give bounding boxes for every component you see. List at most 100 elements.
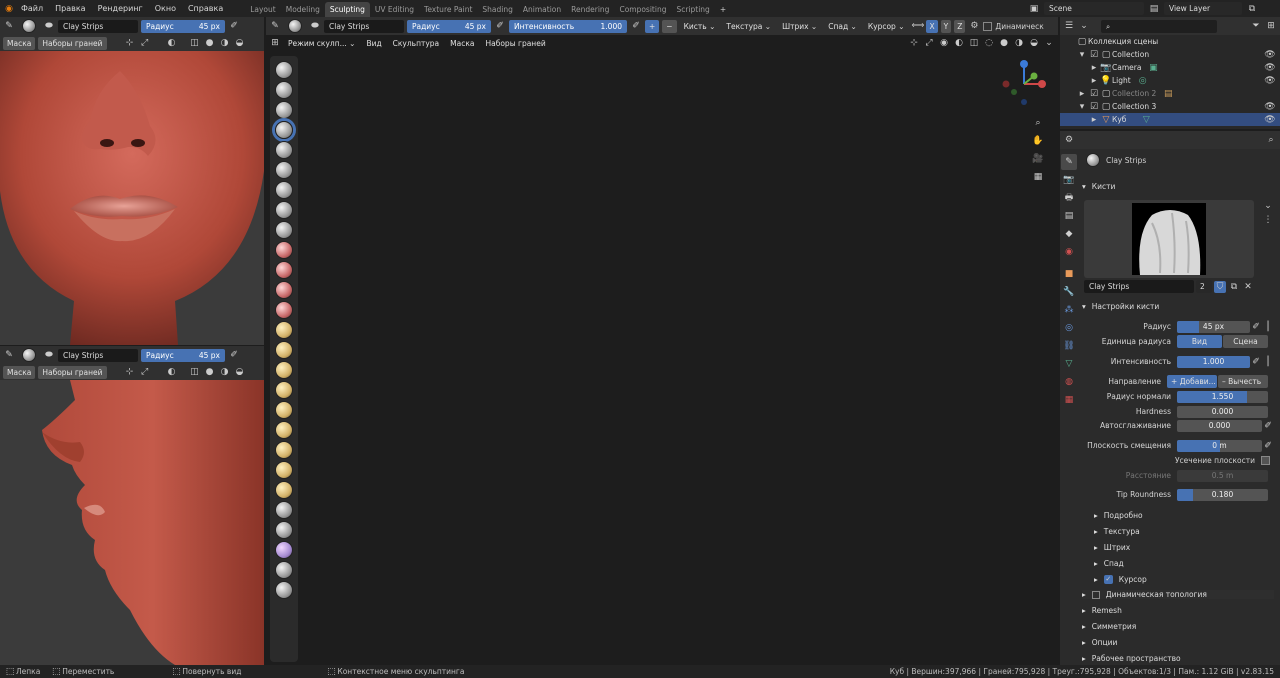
subpanel-falloff[interactable]: ▸ Спад [1094, 559, 1124, 568]
tab-animation[interactable]: Animation [518, 2, 566, 17]
pan-hand-icon[interactable]: ✋ [1032, 135, 1044, 147]
expand-arrow-icon[interactable]: ▸ [1088, 75, 1100, 87]
shading-solid-icon[interactable]: ● [204, 366, 216, 378]
properties-editor-icon[interactable]: ⚙ [1063, 134, 1075, 146]
clay-strips-brush-icon[interactable] [22, 19, 36, 33]
strength-slider[interactable]: 1.000 [1177, 355, 1250, 368]
outliner-row-cube[interactable]: ▸ ▽ Куб ▽ 👁 [1060, 113, 1280, 126]
axis-y-toggle[interactable]: Y [940, 19, 952, 33]
tip-roundness-slider[interactable]: 0.180 [1177, 488, 1268, 501]
brush-data-icon[interactable]: ⬬ [43, 20, 55, 32]
panel-symmetry[interactable]: ▸ Симметрия [1082, 622, 1136, 631]
eye-icon[interactable]: 👁 [1264, 101, 1276, 113]
brush-list-icon[interactable]: ⋮ [1262, 214, 1274, 226]
transform-icon[interactable]: ⊹ [124, 37, 136, 49]
left-bottom-viewport[interactable] [0, 380, 264, 665]
shading-material-icon[interactable]: ◑ [1013, 37, 1025, 49]
radius-unit-scene-option[interactable]: Сцена [1223, 335, 1268, 348]
tab-tool-icon[interactable]: ✎ [1061, 154, 1077, 170]
subtract-direction-button[interactable]: − [662, 19, 677, 33]
radius-curve-icon[interactable]: ⎮ [1262, 321, 1274, 333]
normal-radius-slider[interactable]: 1.550 [1177, 390, 1268, 403]
unlink-brush-icon[interactable]: ✕ [1242, 281, 1254, 293]
radius-pressure-icon[interactable]: ✐ [1250, 321, 1262, 333]
thumb-brush-icon[interactable] [275, 421, 293, 439]
scrape-brush-icon[interactable] [275, 301, 293, 319]
zoom-icon[interactable]: ⌕ [1032, 117, 1044, 129]
tab-particles-icon[interactable]: ⁂ [1061, 302, 1077, 318]
shading-rendered-icon[interactable]: ◒ [1028, 37, 1040, 49]
snap-icon[interactable]: ⤢ [923, 37, 935, 49]
eye-icon[interactable]: 👁 [1264, 75, 1276, 87]
pose-brush-icon[interactable] [275, 441, 293, 459]
shading-solid-icon[interactable]: ● [998, 37, 1010, 49]
expand-arrow-icon[interactable]: ▾ [1076, 49, 1088, 61]
camera-view-icon[interactable]: 🎥 [1032, 153, 1044, 165]
inflate-brush-icon[interactable] [275, 181, 293, 199]
add-workspace-icon[interactable]: + [715, 2, 731, 17]
crease-brush-icon[interactable] [275, 221, 293, 239]
pressure-icon[interactable]: ✐ [228, 349, 240, 361]
strength-pressure-icon[interactable]: ✐ [1250, 356, 1262, 368]
tab-scripting[interactable]: Scripting [671, 2, 714, 17]
tool-settings-icon[interactable]: ✎ [3, 349, 15, 361]
shading-material-icon[interactable]: ◑ [219, 366, 231, 378]
outliner-editor-icon[interactable]: ☰ [1063, 20, 1075, 32]
plane-offset-slider[interactable]: 0 m [1177, 439, 1262, 452]
strength-field[interactable]: Интенсивность 1.000 [509, 19, 627, 33]
draw-face-sets-icon[interactable] [275, 581, 293, 599]
brush-dropdown-icon[interactable]: ⌄ [1262, 200, 1274, 212]
pinch-brush-icon[interactable] [275, 341, 293, 359]
brush-preview[interactable] [1084, 200, 1254, 278]
brush-settings-panel-header[interactable]: ▾ Настройки кисти [1082, 302, 1159, 311]
panel-dyntopo[interactable]: ▸ Динамическая топология [1082, 590, 1274, 599]
xray-icon[interactable]: ◫ [189, 366, 201, 378]
flatten-brush-icon[interactable] [275, 261, 293, 279]
shading-rendered-icon[interactable]: ◒ [234, 37, 246, 49]
radius-field[interactable]: Радиус 45 px [141, 348, 225, 362]
pressure-icon[interactable]: ✐ [228, 20, 240, 32]
tab-rendering[interactable]: Rendering [566, 2, 614, 17]
checkbox-icon[interactable]: ☑ [1088, 49, 1100, 61]
shading-rendered-icon[interactable]: ◒ [234, 366, 246, 378]
eye-icon[interactable]: 👁 [1264, 62, 1276, 74]
overlay-icon[interactable]: ◐ [953, 37, 965, 49]
fake-user-shield-icon[interactable]: ⛉ [1214, 280, 1226, 293]
brush-menu[interactable]: Кисть ⌄ [680, 20, 720, 33]
mask-menu[interactable]: Маска [446, 37, 478, 50]
left-top-viewport[interactable] [0, 51, 264, 345]
tab-view-layer-icon[interactable]: ▤ [1061, 208, 1077, 224]
tab-modeling[interactable]: Modeling [281, 2, 325, 17]
menu-edit[interactable]: Правка [49, 4, 91, 13]
shading-material-icon[interactable]: ◑ [219, 37, 231, 49]
subpanel-stroke[interactable]: ▸ Штрих [1094, 543, 1130, 552]
axis-x-toggle[interactable]: X [926, 19, 938, 33]
mask-brush-icon[interactable] [275, 561, 293, 579]
scene-field[interactable]: Scene [1044, 2, 1144, 15]
cloth-brush-icon[interactable] [275, 521, 293, 539]
plane-offset-pressure-icon[interactable]: ✐ [1262, 440, 1274, 452]
xray-icon[interactable]: ◫ [968, 37, 980, 49]
transform-icon[interactable]: ⊹ [124, 366, 136, 378]
radius-slider[interactable]: 45 px [1177, 320, 1250, 333]
texture-menu[interactable]: Текстура ⌄ [722, 20, 775, 33]
menu-render[interactable]: Рендеринг [92, 4, 149, 13]
tab-shading[interactable]: Shading [477, 2, 517, 17]
mirror-icon[interactable]: ⟺ [911, 20, 924, 32]
tab-output-icon[interactable]: 🖶 [1061, 190, 1077, 206]
checkbox-icon[interactable]: ☑ [1088, 88, 1100, 100]
dyntopo-panel-checkbox[interactable] [1091, 590, 1100, 599]
properties-search-icon[interactable]: ⌕ [1265, 134, 1277, 146]
outliner-row-collection-3[interactable]: ▾ ☑ ▢ Collection 3 👁 [1060, 100, 1280, 113]
distance-slider[interactable]: 0.5 m [1177, 469, 1268, 482]
tab-compositing[interactable]: Compositing [614, 2, 671, 17]
cursor-menu[interactable]: Курсор ⌄ [864, 20, 909, 33]
draw-sharp-brush-icon[interactable] [275, 81, 293, 99]
plane-trim-checkbox[interactable] [1261, 456, 1270, 465]
outliner-row-camera[interactable]: ▸ 📷 Camera ▣ 👁 [1060, 61, 1280, 74]
tab-modifiers-icon[interactable]: 🔧 [1061, 284, 1077, 300]
menu-help[interactable]: Справка [182, 4, 229, 13]
brush-users-count[interactable]: 2 [1196, 280, 1212, 293]
expand-arrow-icon[interactable]: ▸ [1088, 62, 1100, 74]
brush-name-field[interactable]: Clay Strips [58, 19, 138, 33]
